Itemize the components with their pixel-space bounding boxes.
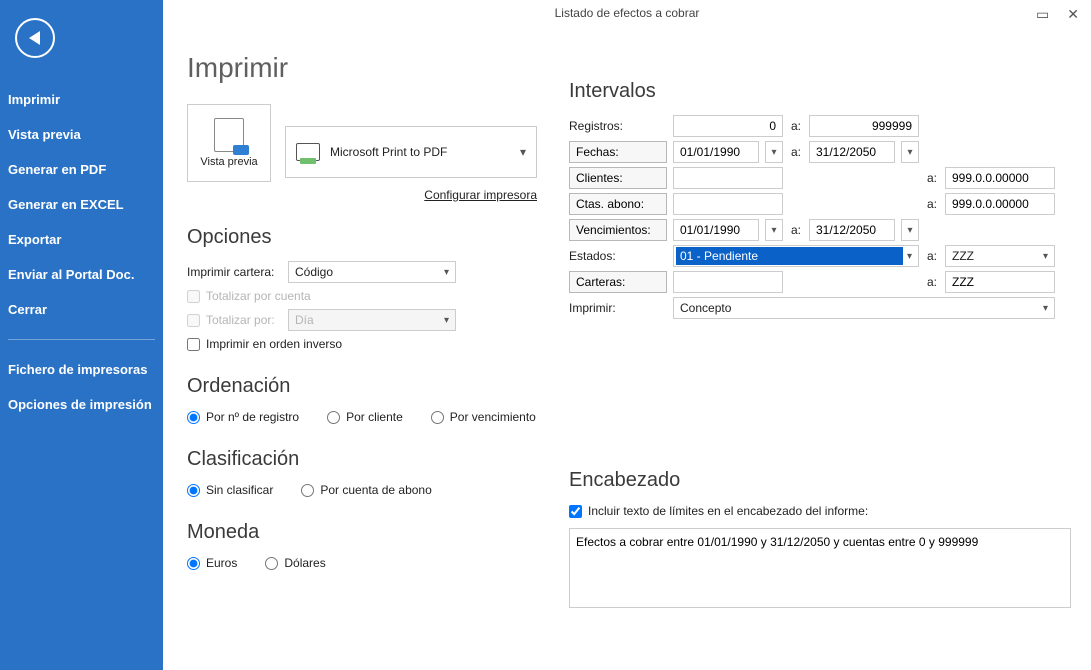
orden-vencimiento-radio[interactable]: Por vencimiento [431,410,536,424]
maximize-icon[interactable]: ▭ [1032,4,1053,25]
orden-registro-radio[interactable]: Por nº de registro [187,410,299,424]
registros-to-input[interactable] [809,115,919,137]
imprimir-cartera-combo[interactable]: Código▾ [288,261,456,283]
carteras-to-input[interactable] [945,271,1055,293]
fechas-to-picker[interactable]: ▾ [901,141,919,163]
sidebar: Imprimir Vista previa Generar en PDF Gen… [0,0,163,670]
estados-label: Estados: [569,249,667,263]
clientes-button[interactable]: Clientes: [569,167,667,189]
nav-cerrar[interactable]: Cerrar [0,292,163,327]
nav-separator [8,339,155,340]
orden-cliente-radio[interactable]: Por cliente [327,410,403,424]
venc-from-picker[interactable]: ▾ [765,219,783,241]
imprimir-intervalos-combo[interactable]: Concepto▾ [673,297,1055,319]
configure-printer-link[interactable]: Configurar impresora [285,188,537,202]
section-ordenacion: Ordenación [187,375,537,398]
carteras-button[interactable]: Carteras: [569,271,667,293]
totalizar-por-checkbox[interactable]: Totalizar por: [187,313,282,327]
fechas-from-picker[interactable]: ▾ [765,141,783,163]
venc-from-input[interactable] [673,219,759,241]
nav-generar-pdf[interactable]: Generar en PDF [0,152,163,187]
imprimir-cartera-label: Imprimir cartera: [187,265,282,279]
close-icon[interactable]: ✕ [1063,4,1083,25]
nav-imprimir[interactable]: Imprimir [0,82,163,117]
page-title: Imprimir [187,52,537,84]
ctas-abono-button[interactable]: Ctas. abono: [569,193,667,215]
section-clasificacion: Clasificación [187,448,537,471]
imprimir-intervalos-label: Imprimir: [569,301,667,315]
printer-icon [296,143,320,161]
incluir-limites-checkbox[interactable]: Incluir texto de límites en el encabezad… [569,504,1071,518]
a-label: a: [789,223,803,237]
estados-from-combo[interactable]: 01 - Pendiente▾ [673,245,919,267]
a-label: a: [925,171,939,185]
venc-to-picker[interactable]: ▾ [901,219,919,241]
a-label: a: [789,119,803,133]
clientes-to-input[interactable] [945,167,1055,189]
nav-generar-excel[interactable]: Generar en EXCEL [0,187,163,222]
preview-icon [214,118,244,152]
orden-inverso-checkbox[interactable]: Imprimir en orden inverso [187,337,342,351]
euros-radio[interactable]: Euros [187,556,237,570]
ctas-from-input[interactable] [673,193,783,215]
a-label: a: [925,275,939,289]
fechas-to-input[interactable] [809,141,895,163]
printer-select[interactable]: Microsoft Print to PDF ▾ [285,126,537,178]
ctas-to-input[interactable] [945,193,1055,215]
nav-opciones-impresion[interactable]: Opciones de impresión [0,387,163,422]
nav-fichero-impresoras[interactable]: Fichero de impresoras [0,352,163,387]
por-cuenta-abono-radio[interactable]: Por cuenta de abono [301,483,431,497]
sin-clasificar-radio[interactable]: Sin clasificar [187,483,273,497]
estados-to-combo[interactable]: ZZZ▾ [945,245,1055,267]
main-content: Listado de efectos a cobrar ▭ ✕ Imprimir… [163,0,1091,670]
section-encabezado: Encabezado [569,469,1071,492]
section-opciones: Opciones [187,226,537,249]
nav-enviar-portal[interactable]: Enviar al Portal Doc. [0,257,163,292]
nav-exportar[interactable]: Exportar [0,222,163,257]
nav-vista-previa[interactable]: Vista previa [0,117,163,152]
preview-button[interactable]: Vista previa [187,104,271,182]
carteras-from-input[interactable] [673,271,783,293]
dolares-radio[interactable]: Dólares [265,556,325,570]
fechas-button[interactable]: Fechas: [569,141,667,163]
a-label: a: [925,197,939,211]
section-moneda: Moneda [187,521,537,544]
back-arrow-icon [29,31,40,45]
vencimientos-button[interactable]: Vencimientos: [569,219,667,241]
a-label: a: [925,249,939,263]
encabezado-textarea[interactable] [569,528,1071,608]
back-button[interactable] [15,18,55,58]
venc-to-input[interactable] [809,219,895,241]
totalizar-por-combo: Día▾ [288,309,456,331]
window-title: Listado de efectos a cobrar [163,0,1091,20]
a-label: a: [789,145,803,159]
preview-label: Vista previa [200,156,257,168]
registros-label: Registros: [569,119,667,133]
registros-from-input[interactable] [673,115,783,137]
printer-selected-label: Microsoft Print to PDF [330,145,447,159]
totalizar-cuenta-checkbox[interactable]: Totalizar por cuenta [187,289,311,303]
clientes-from-input[interactable] [673,167,783,189]
section-intervalos: Intervalos [569,80,1071,103]
fechas-from-input[interactable] [673,141,759,163]
chevron-down-icon: ▾ [520,145,526,159]
